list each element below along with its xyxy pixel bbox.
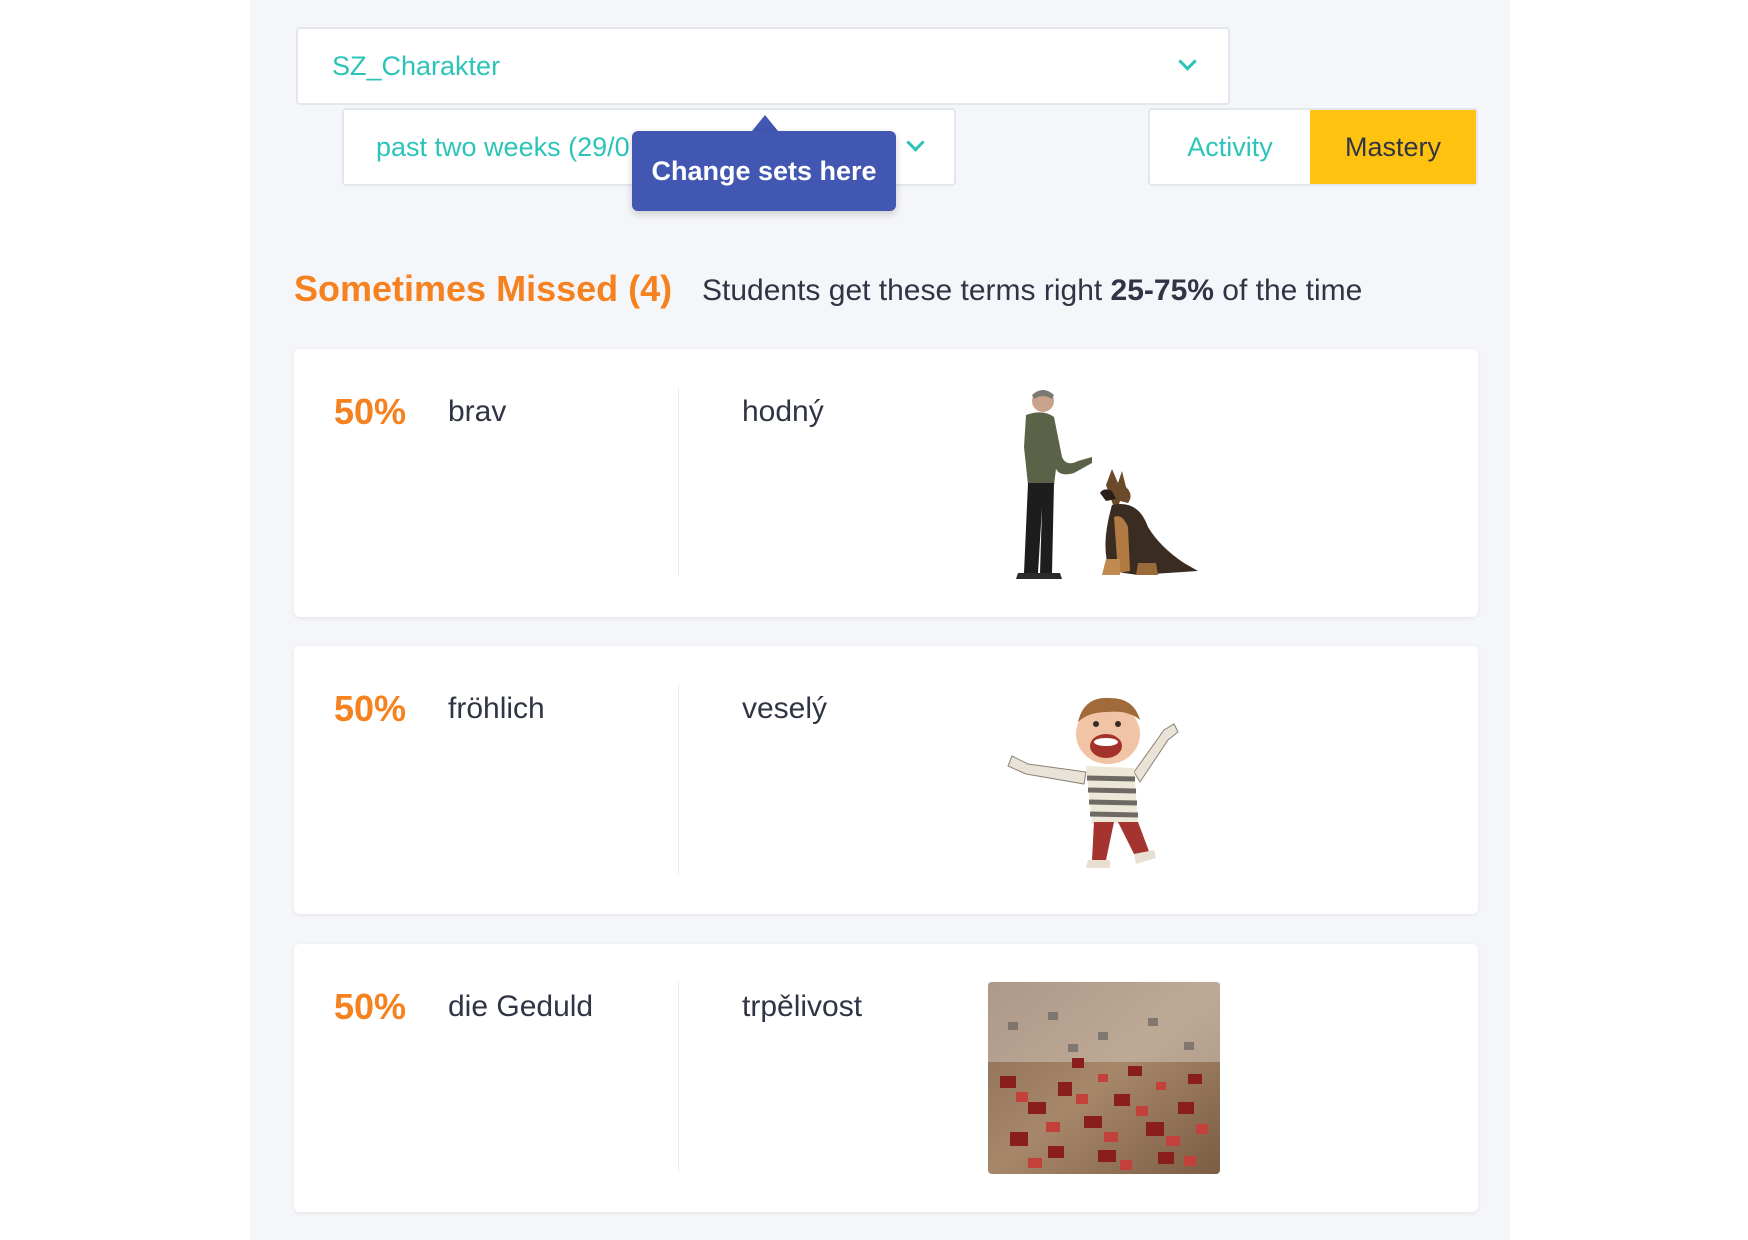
chevron-down-icon bbox=[906, 133, 925, 152]
mastery-percent: 50% bbox=[334, 688, 407, 729]
section-desc-range: 25-75% bbox=[1110, 274, 1214, 307]
definition-text: veselý bbox=[742, 692, 828, 725]
section-desc-suffix: of the time bbox=[1213, 274, 1363, 307]
section-description: Students get these terms right 25-75% of… bbox=[702, 274, 1362, 308]
tooltip-arrow bbox=[752, 115, 778, 131]
jigsaw-puzzle-pieces-image bbox=[988, 982, 1220, 1174]
section-title: Sometimes Missed (4) bbox=[294, 268, 673, 309]
term-card: 50% fröhlich veselý bbox=[294, 646, 1478, 914]
term-text: die Geduld bbox=[448, 990, 594, 1023]
set-dropdown-label: SZ_Charakter bbox=[332, 51, 501, 81]
divider bbox=[678, 684, 679, 874]
mastery-tab[interactable]: Mastery bbox=[1310, 110, 1476, 184]
term-text: brav bbox=[448, 395, 507, 428]
divider bbox=[678, 387, 679, 577]
view-toggle: Activity Mastery bbox=[1148, 108, 1478, 186]
change-sets-tooltip: Change sets here bbox=[632, 131, 896, 211]
man-training-dog-image bbox=[1016, 390, 1198, 579]
date-range-label: past two weeks (29/0 bbox=[376, 132, 630, 162]
definition-text: hodný bbox=[742, 395, 824, 428]
term-text: fröhlich bbox=[448, 692, 545, 725]
happy-cartoon-boy-image bbox=[1007, 697, 1179, 868]
divider bbox=[678, 982, 679, 1172]
definition-text: trpělivost bbox=[742, 990, 863, 1023]
section-desc-prefix: Students get these terms right bbox=[702, 274, 1111, 307]
activity-tab[interactable]: Activity bbox=[1150, 110, 1310, 184]
chevron-down-icon bbox=[1178, 52, 1197, 71]
mastery-percent: 50% bbox=[334, 986, 407, 1027]
set-dropdown[interactable]: SZ_Charakter bbox=[296, 27, 1230, 105]
term-card: 50% brav hodný bbox=[294, 349, 1478, 617]
term-card: 50% die Geduld trpělivost bbox=[294, 944, 1478, 1212]
mastery-percent: 50% bbox=[334, 391, 407, 432]
